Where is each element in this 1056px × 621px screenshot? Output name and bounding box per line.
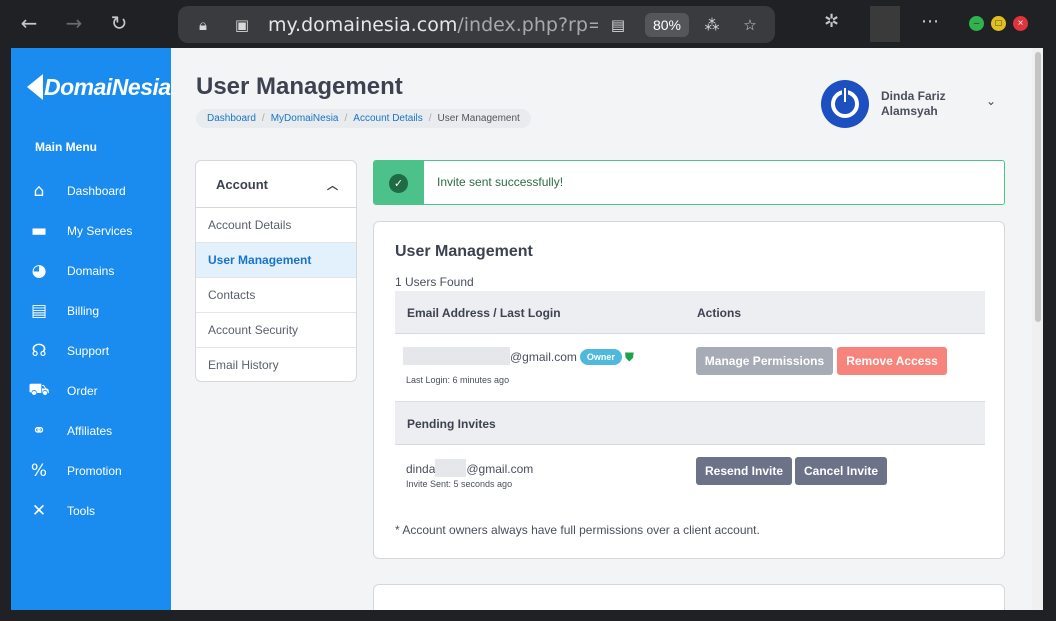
- back-icon[interactable]: ←: [16, 10, 42, 36]
- permissions-note: * Account owners always have full permis…: [395, 523, 760, 537]
- sidebar-item-tools[interactable]: ✕ Tools: [11, 491, 171, 531]
- sidebar-item-domains[interactable]: ◕ Domains: [11, 251, 171, 291]
- user-email: @gmail.com Owner ⛊: [403, 347, 634, 365]
- chevron-down-icon[interactable]: ⌄: [986, 94, 996, 108]
- pending-header: Pending Invites: [395, 402, 985, 445]
- browser-toolbar: ← → ↻ 🔒︎ ▣ my.domainesia.com/index.php?r…: [0, 0, 1056, 48]
- sidebar-item-label: Order: [67, 384, 98, 398]
- check-circle-icon: ✓: [389, 174, 408, 193]
- next-card: [373, 584, 1005, 610]
- sidebar-item-label: Support: [67, 344, 110, 358]
- zoom-indicator[interactable]: 80%: [645, 13, 689, 37]
- page-title: User Management: [196, 73, 403, 100]
- users-count: 1 Users Found: [395, 275, 474, 289]
- tools-icon: ✕: [31, 501, 47, 521]
- sidebar-item-my-services[interactable]: ▬ My Services: [11, 211, 171, 251]
- pending-invites-title: Pending Invites: [407, 417, 496, 431]
- sidebar-item-order[interactable]: ⛟ Order: [11, 371, 171, 411]
- account-menu-item-account-details[interactable]: Account Details: [196, 208, 356, 243]
- address-bar[interactable]: 🔒︎ ▣ my.domainesia.com/index.php?rp=/acc…: [178, 6, 775, 43]
- page-viewport: DomaiNesia Main Menu ⌂ Dashboard ▬ My Servi…: [11, 48, 1043, 610]
- minimize-icon[interactable]: –: [969, 16, 984, 31]
- cart-icon: ⛟: [28, 380, 50, 400]
- brand-logo[interactable]: DomaiNesia: [27, 74, 171, 101]
- lock-icon[interactable]: 🔒︎: [193, 15, 213, 35]
- account-menu-item-contacts[interactable]: Contacts: [196, 278, 356, 313]
- sidebar-item-label: Billing: [67, 304, 100, 318]
- redacted-text: [435, 459, 467, 477]
- sidebar-item-label: Dashboard: [67, 184, 126, 198]
- logo-mark-icon: [27, 74, 43, 100]
- reload-icon[interactable]: ↻: [106, 10, 132, 36]
- maximize-icon[interactable]: □: [991, 16, 1006, 31]
- sidebar-item-label: Domains: [67, 264, 115, 278]
- sidebar-item-label: Promotion: [67, 464, 122, 478]
- breadcrumb-account-details[interactable]: Account Details: [353, 113, 422, 124]
- globe-icon: ◕: [31, 261, 47, 281]
- account-menu-header[interactable]: Account ︿: [196, 161, 356, 208]
- main-menu-title: Main Menu: [35, 140, 97, 154]
- close-icon[interactable]: ×: [1013, 16, 1028, 31]
- alert-message: Invite sent successfully!: [437, 175, 564, 189]
- invite-email: dinda @gmail.com: [406, 459, 533, 477]
- user-name[interactable]: Dinda Fariz Alamsyah: [881, 89, 946, 119]
- more-options-icon[interactable]: ⋯: [921, 11, 939, 32]
- redacted-text: [403, 347, 510, 365]
- headset-icon: ☊: [31, 341, 47, 361]
- favorites-icon[interactable]: ☆: [740, 15, 760, 35]
- shield-icon: ⛊: [624, 350, 634, 364]
- account-menu-item-account-security[interactable]: Account Security: [196, 313, 356, 348]
- sidebar-item-label: Tools: [67, 504, 96, 518]
- sidebar-item-label: Affiliates: [67, 424, 113, 438]
- breadcrumb: Dashboard / MyDomaiNesia / Account Details / U…: [196, 109, 531, 128]
- account-menu-item-email-history[interactable]: Email History: [196, 348, 356, 381]
- success-alert: ✓ Invite sent successfully!: [373, 160, 1005, 205]
- remove-access-button[interactable]: Remove Access: [837, 347, 947, 375]
- breadcrumb-mydomainesia[interactable]: MyDomaiNesia: [271, 113, 339, 124]
- last-login: Last Login: 6 minutes ago: [406, 375, 510, 385]
- user-management-card: User Management 1 Users Found Email Addr…: [373, 221, 1005, 559]
- url-text[interactable]: my.domainesia.com/index.php?rp=/accoun: [268, 14, 598, 36]
- server-icon: ▬: [30, 221, 48, 241]
- sidebar-item-billing[interactable]: ▤ Billing: [11, 291, 171, 331]
- account-menu-item-user-management[interactable]: User Management: [196, 243, 356, 278]
- scrollbar-thumb[interactable]: [1035, 52, 1041, 322]
- receipt-icon: ▤: [30, 301, 48, 321]
- sidebar-item-dashboard[interactable]: ⌂ Dashboard: [11, 171, 171, 211]
- sidebar-item-label: My Services: [67, 224, 133, 238]
- handshake-icon: ⚭: [31, 421, 47, 441]
- resend-invite-button[interactable]: Resend Invite: [696, 457, 792, 485]
- chevron-up-icon[interactable]: ︿: [327, 177, 338, 193]
- sidebar-item-support[interactable]: ☊ Support: [11, 331, 171, 371]
- sidebar: DomaiNesia Main Menu ⌂ Dashboard ▬ My Servi…: [11, 48, 171, 610]
- card-title: User Management: [395, 243, 533, 260]
- breadcrumb-dashboard[interactable]: Dashboard: [207, 113, 256, 124]
- sidebar-item-promotion[interactable]: % Promotion: [11, 451, 171, 491]
- page-scrollbar[interactable]: [1032, 48, 1043, 610]
- reader-mode-icon[interactable]: ▤: [608, 15, 628, 35]
- translate-icon[interactable]: ⁂: [702, 15, 722, 35]
- cancel-invite-button[interactable]: Cancel Invite: [795, 457, 887, 485]
- col-actions-header: Actions: [697, 306, 742, 320]
- account-menu: Account ︿ Account Details User Management C…: [195, 160, 357, 382]
- owner-badge: Owner: [579, 349, 622, 365]
- profile-tab[interactable]: [870, 6, 900, 42]
- forward-icon[interactable]: →: [61, 10, 87, 36]
- col-email-header: Email Address / Last Login: [407, 306, 561, 320]
- invite-sent-time: Invite Sent: 5 seconds ago: [406, 479, 513, 489]
- users-table-header: Email Address / Last Login Actions: [395, 291, 985, 334]
- avatar[interactable]: [821, 80, 869, 128]
- percent-icon: %: [30, 461, 48, 481]
- extensions-icon[interactable]: ✲: [824, 11, 839, 32]
- breadcrumb-current: User Management: [437, 113, 520, 124]
- sidebar-item-affiliates[interactable]: ⚭ Affiliates: [11, 411, 171, 451]
- home-icon: ⌂: [33, 181, 45, 201]
- site-settings-icon[interactable]: ▣: [232, 15, 252, 35]
- manage-permissions-button[interactable]: Manage Permissions: [696, 347, 833, 375]
